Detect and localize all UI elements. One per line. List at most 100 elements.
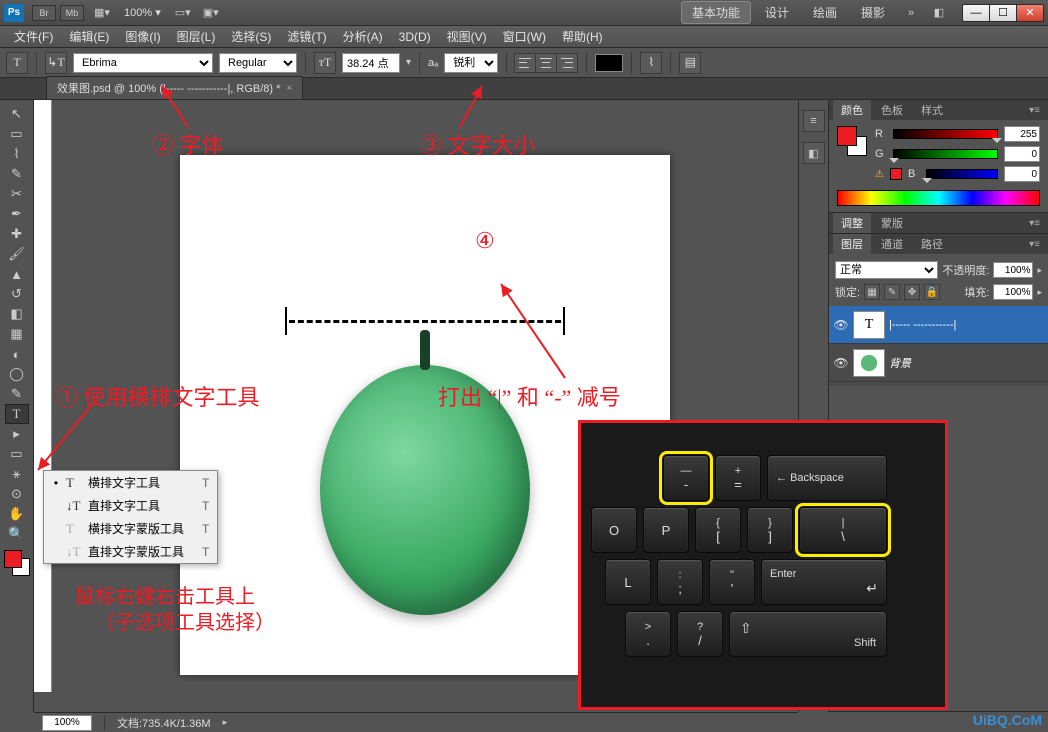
- history-brush-tool[interactable]: ↺: [5, 284, 29, 304]
- crop-tool[interactable]: ✂: [5, 184, 29, 204]
- g-input[interactable]: [1004, 146, 1040, 162]
- screen-mode-icon[interactable]: ▣▾: [201, 5, 221, 21]
- workspace-painting[interactable]: 绘画: [803, 2, 847, 23]
- panel-menu-icon[interactable]: ▾≡: [1025, 239, 1044, 250]
- bridge-button[interactable]: Br: [32, 5, 56, 21]
- antialias-select[interactable]: 锐利: [444, 53, 498, 73]
- flyout-item-horizontal-type[interactable]: •T横排文字工具T: [44, 471, 217, 494]
- tab-styles[interactable]: 样式: [913, 100, 951, 120]
- tab-adjustments[interactable]: 调整: [833, 213, 871, 233]
- window-maximize-button[interactable]: ☐: [989, 4, 1017, 22]
- menu-select[interactable]: 选择(S): [223, 28, 279, 45]
- type-tool[interactable]: T: [5, 404, 29, 424]
- 3d-camera-tool[interactable]: ⊙: [5, 484, 29, 504]
- menu-analysis[interactable]: 分析(A): [335, 28, 391, 45]
- fill-input[interactable]: [993, 284, 1033, 300]
- tab-swatches[interactable]: 色板: [873, 100, 911, 120]
- menu-view[interactable]: 视图(V): [439, 28, 495, 45]
- lock-pixels-icon[interactable]: ✎: [884, 284, 900, 300]
- tab-color[interactable]: 颜色: [833, 100, 871, 120]
- window-minimize-button[interactable]: —: [962, 4, 990, 22]
- color-spectrum[interactable]: [837, 190, 1040, 206]
- tool-preset-icon[interactable]: T: [6, 52, 28, 74]
- layer-name[interactable]: |----- -----------|: [889, 319, 956, 331]
- flyout-item-vertical-type[interactable]: ↓T直排文字工具T: [44, 494, 217, 517]
- color-picker[interactable]: [4, 550, 30, 576]
- layer-row[interactable]: 👁 T |----- -----------|: [829, 306, 1048, 344]
- layer-thumbnail[interactable]: T: [853, 311, 885, 339]
- arrange-icon[interactable]: ▭▾: [173, 5, 193, 21]
- b-slider[interactable]: [926, 169, 998, 179]
- workspace-essentials[interactable]: 基本功能: [681, 1, 751, 24]
- font-size-input[interactable]: [342, 53, 400, 73]
- brush-tool[interactable]: 🖌: [5, 244, 29, 264]
- menu-filter[interactable]: 滤镜(T): [279, 28, 334, 45]
- font-family-select[interactable]: Ebrima: [73, 53, 213, 73]
- zoom-tool[interactable]: 🔍: [5, 524, 29, 544]
- layer-row[interactable]: 👁 背景: [829, 344, 1048, 382]
- lasso-tool[interactable]: ⌇: [5, 144, 29, 164]
- align-left-button[interactable]: [514, 53, 536, 73]
- tab-layers[interactable]: 图层: [833, 234, 871, 254]
- pen-tool[interactable]: ✎: [5, 384, 29, 404]
- stamp-tool[interactable]: ▲: [5, 264, 29, 284]
- tab-masks[interactable]: 蒙版: [873, 213, 911, 233]
- text-color-swatch[interactable]: [595, 54, 623, 72]
- lock-position-icon[interactable]: ✥: [904, 284, 920, 300]
- visibility-icon[interactable]: 👁: [833, 356, 849, 370]
- layer-name[interactable]: 背景: [889, 355, 911, 371]
- eraser-tool[interactable]: ◧: [5, 304, 29, 324]
- info-panel-icon[interactable]: ◧: [803, 142, 825, 164]
- flyout-item-vertical-type-mask[interactable]: ↓T直排文字蒙版工具T: [44, 540, 217, 563]
- gradient-tool[interactable]: ▦: [5, 324, 29, 344]
- close-icon[interactable]: ×: [286, 83, 292, 94]
- menu-window[interactable]: 窗口(W): [495, 28, 554, 45]
- history-panel-icon[interactable]: ≡: [803, 110, 825, 132]
- quick-select-tool[interactable]: ✎: [5, 164, 29, 184]
- visibility-icon[interactable]: 👁: [833, 318, 849, 332]
- b-input[interactable]: [1004, 166, 1040, 182]
- hand-tool[interactable]: ✋: [5, 504, 29, 524]
- workspace-design[interactable]: 设计: [755, 2, 799, 23]
- menu-3d[interactable]: 3D(D): [391, 30, 439, 44]
- layer-thumbnail[interactable]: [853, 349, 885, 377]
- lock-all-icon[interactable]: 🔒: [924, 284, 940, 300]
- menu-layer[interactable]: 图层(L): [169, 28, 224, 45]
- align-center-button[interactable]: [535, 53, 557, 73]
- lock-transparency-icon[interactable]: ▦: [864, 284, 880, 300]
- cs-live-icon[interactable]: ◧: [929, 5, 949, 21]
- menu-file[interactable]: 文件(F): [6, 28, 61, 45]
- workspace-photography[interactable]: 摄影: [851, 2, 895, 23]
- 3d-tool[interactable]: ⚹: [5, 464, 29, 484]
- zoom-input[interactable]: [42, 715, 92, 731]
- flyout-item-horizontal-type-mask[interactable]: T横排文字蒙版工具T: [44, 517, 217, 540]
- warp-text-icon[interactable]: ⌇: [640, 52, 662, 74]
- tab-paths[interactable]: 路径: [913, 234, 951, 254]
- blur-tool[interactable]: ◐: [5, 344, 29, 364]
- character-panel-icon[interactable]: ▤: [679, 52, 701, 74]
- color-fgbg[interactable]: [837, 126, 867, 156]
- chevron-down-icon[interactable]: ▾: [406, 57, 411, 68]
- healing-tool[interactable]: ✚: [5, 224, 29, 244]
- marquee-tool[interactable]: ▭: [5, 124, 29, 144]
- menu-help[interactable]: 帮助(H): [554, 28, 611, 45]
- minibridge-button[interactable]: Mb: [60, 5, 84, 21]
- opacity-input[interactable]: [993, 262, 1033, 278]
- panel-menu-icon[interactable]: ▾≡: [1025, 105, 1044, 116]
- tab-channels[interactable]: 通道: [873, 234, 911, 254]
- eyedropper-tool[interactable]: ✒: [5, 204, 29, 224]
- r-slider[interactable]: [893, 129, 998, 139]
- menu-edit[interactable]: 编辑(E): [61, 28, 117, 45]
- shape-tool[interactable]: ▭: [5, 444, 29, 464]
- path-select-tool[interactable]: ▸: [5, 424, 29, 444]
- font-style-select[interactable]: Regular: [219, 53, 297, 73]
- view-extras-icon[interactable]: ▦▾: [92, 5, 112, 21]
- panel-menu-icon[interactable]: ▾≡: [1025, 218, 1044, 229]
- move-tool[interactable]: ↖: [5, 104, 29, 124]
- g-slider[interactable]: [893, 149, 998, 159]
- r-input[interactable]: [1004, 126, 1040, 142]
- zoom-level[interactable]: 100% ▾: [124, 6, 161, 19]
- blend-mode-select[interactable]: 正常: [835, 261, 938, 279]
- workspace-more-icon[interactable]: »: [901, 5, 921, 21]
- document-tab[interactable]: 效果图.psd @ 100% (|----- -----------|, RGB…: [46, 76, 303, 99]
